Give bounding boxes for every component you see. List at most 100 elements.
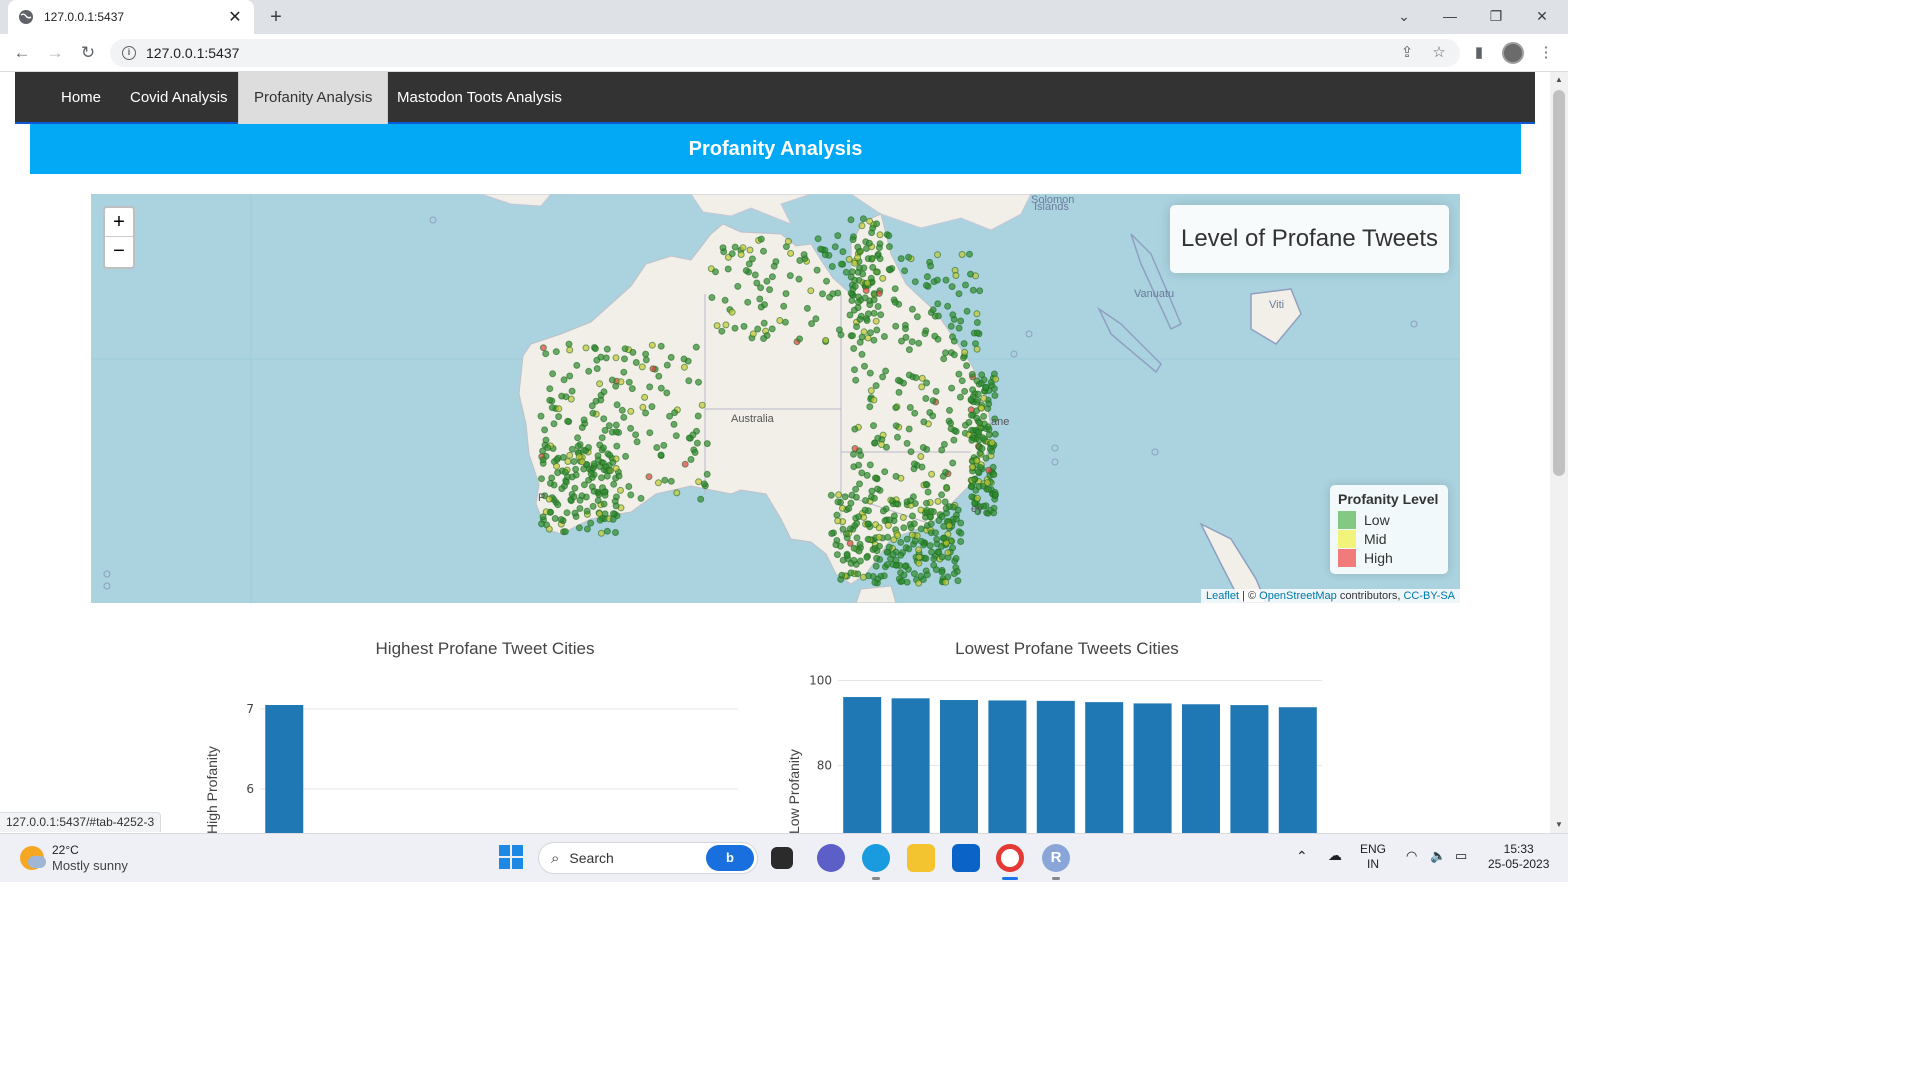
tweet-point[interactable] bbox=[866, 301, 874, 309]
tweet-point[interactable] bbox=[589, 502, 597, 510]
close-window-button[interactable]: ✕ bbox=[1519, 0, 1565, 34]
onedrive-icon[interactable]: ☁ bbox=[1328, 848, 1342, 863]
tweet-point[interactable] bbox=[751, 271, 759, 279]
tweet-point[interactable] bbox=[803, 304, 811, 312]
tweet-point[interactable] bbox=[974, 494, 981, 502]
tweet-point[interactable] bbox=[921, 330, 929, 338]
tweet-point[interactable] bbox=[858, 350, 866, 358]
tweet-point[interactable] bbox=[967, 396, 975, 403]
tweet-point[interactable] bbox=[697, 495, 705, 503]
tweet-point[interactable] bbox=[942, 349, 949, 357]
tweet-point[interactable] bbox=[712, 268, 719, 276]
tweet-point[interactable] bbox=[933, 535, 941, 543]
forward-button[interactable]: → bbox=[42, 40, 68, 66]
tweet-point[interactable] bbox=[546, 396, 554, 404]
tab-search-chevron-icon[interactable]: ⌄ bbox=[1381, 0, 1427, 34]
tweet-point[interactable] bbox=[594, 452, 602, 460]
tweet-point[interactable] bbox=[571, 484, 579, 492]
tweet-point[interactable] bbox=[594, 497, 602, 504]
tweet-point[interactable] bbox=[657, 451, 665, 459]
tweet-point[interactable] bbox=[892, 322, 900, 330]
tweet-point[interactable] bbox=[961, 387, 969, 395]
tweet-point[interactable] bbox=[761, 301, 768, 309]
tweet-point[interactable] bbox=[609, 515, 617, 523]
tweet-point[interactable] bbox=[719, 244, 727, 252]
tweet-point[interactable] bbox=[839, 556, 847, 564]
tweet-point[interactable] bbox=[850, 544, 858, 552]
tweet-point[interactable] bbox=[966, 250, 973, 258]
tweet-point[interactable] bbox=[975, 428, 982, 436]
tweet-point[interactable] bbox=[605, 467, 613, 474]
tweet-point[interactable] bbox=[731, 324, 739, 332]
tweet-point[interactable] bbox=[942, 468, 949, 476]
tweet-point[interactable] bbox=[969, 386, 977, 394]
tweet-point[interactable] bbox=[948, 283, 956, 291]
tweet-point[interactable] bbox=[967, 411, 975, 419]
tweet-point[interactable] bbox=[922, 395, 930, 402]
tweet-point[interactable] bbox=[582, 344, 590, 352]
tweet-point[interactable] bbox=[598, 474, 605, 482]
tweet-point[interactable] bbox=[858, 222, 866, 230]
tweet-point[interactable] bbox=[680, 355, 688, 363]
tweet-point[interactable] bbox=[942, 578, 950, 586]
tweet-point[interactable] bbox=[872, 317, 880, 325]
tweet-point[interactable] bbox=[892, 404, 900, 412]
nav-mastodon-toots-analysis[interactable]: Mastodon Toots Analysis bbox=[382, 72, 577, 124]
tweet-point[interactable] bbox=[924, 488, 932, 496]
tweet-point[interactable] bbox=[561, 528, 569, 536]
tweet-point[interactable] bbox=[617, 378, 625, 386]
new-tab-button[interactable]: + bbox=[264, 5, 288, 29]
tweet-point[interactable] bbox=[978, 404, 985, 412]
tweet-point[interactable] bbox=[938, 446, 946, 454]
tweet-point[interactable] bbox=[945, 522, 953, 530]
tweet-point[interactable] bbox=[589, 409, 597, 417]
tweet-point[interactable] bbox=[538, 475, 545, 483]
tweet-point[interactable] bbox=[960, 354, 967, 362]
tweet-point[interactable] bbox=[564, 417, 572, 425]
tweet-point[interactable] bbox=[857, 451, 865, 459]
tweet-point[interactable] bbox=[612, 382, 620, 390]
tweet-point[interactable] bbox=[903, 535, 911, 543]
tweet-point[interactable] bbox=[910, 570, 918, 578]
tweet-point[interactable] bbox=[628, 385, 636, 393]
tweet-point[interactable] bbox=[867, 387, 875, 395]
tweet-point[interactable] bbox=[576, 505, 584, 512]
tweet-point[interactable] bbox=[969, 286, 977, 294]
tweet-point[interactable] bbox=[839, 248, 847, 256]
tweet-point[interactable] bbox=[572, 465, 580, 473]
tweet-point[interactable] bbox=[940, 534, 948, 542]
tweet-point[interactable] bbox=[958, 377, 966, 385]
tweet-point[interactable] bbox=[694, 412, 702, 420]
tweet-point[interactable] bbox=[917, 572, 925, 580]
tweet-point[interactable] bbox=[955, 290, 963, 298]
tweet-point[interactable] bbox=[879, 373, 887, 381]
tweet-point[interactable] bbox=[633, 438, 641, 446]
bing-icon[interactable]: b bbox=[706, 845, 754, 871]
tweet-point[interactable] bbox=[848, 297, 856, 304]
tweet-point[interactable] bbox=[885, 232, 893, 240]
tweet-point[interactable] bbox=[829, 290, 837, 298]
tweet-point[interactable] bbox=[648, 341, 656, 349]
tweet-point[interactable] bbox=[917, 453, 925, 460]
tweet-point[interactable] bbox=[929, 412, 937, 420]
tweet-point[interactable] bbox=[553, 462, 560, 470]
tweet-point[interactable] bbox=[828, 263, 836, 270]
tweet-point[interactable] bbox=[667, 353, 675, 361]
tweet-point[interactable] bbox=[934, 251, 941, 259]
tweet-point[interactable] bbox=[931, 332, 939, 340]
tweet-point[interactable] bbox=[872, 382, 880, 390]
tweet-point[interactable] bbox=[870, 396, 878, 404]
tweet-point[interactable] bbox=[897, 255, 905, 263]
tweet-point[interactable] bbox=[641, 393, 649, 401]
mail-icon[interactable] bbox=[952, 844, 980, 872]
tweet-point[interactable] bbox=[562, 393, 570, 401]
bar[interactable] bbox=[988, 700, 1027, 833]
language-indicator[interactable]: ENG IN bbox=[1360, 842, 1386, 872]
tweet-point[interactable] bbox=[568, 387, 576, 395]
tweet-point[interactable] bbox=[985, 400, 993, 408]
share-icon[interactable]: ⇪ bbox=[1396, 42, 1418, 64]
tweet-point[interactable] bbox=[553, 456, 561, 464]
tweet-point[interactable] bbox=[919, 444, 927, 451]
tweet-point[interactable] bbox=[853, 534, 861, 542]
tweet-point[interactable] bbox=[867, 329, 874, 337]
